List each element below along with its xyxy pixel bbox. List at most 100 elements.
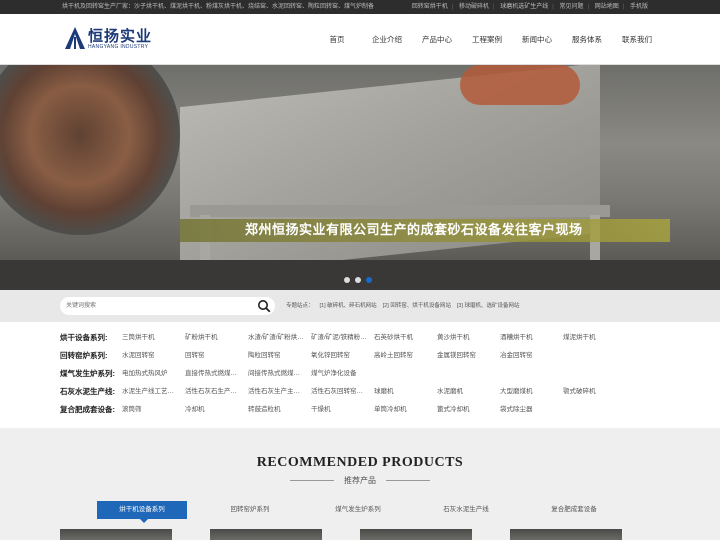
hot-site-link-crusher[interactable]: [1] 破碎机、碎石机网站 xyxy=(320,303,377,309)
search-bar: 专题站点： [1] 破碎机、碎石机网站 [2] 回转窑、烘干机设备网站 [3] 球磨机… xyxy=(0,290,720,322)
top-link-separator: | xyxy=(587,4,590,10)
banner-image-floor xyxy=(0,260,720,290)
category-item[interactable]: 球磨机 xyxy=(374,383,432,401)
category-item[interactable]: 黄沙烘干机 xyxy=(437,329,495,347)
banner-dots xyxy=(344,277,372,283)
category-title[interactable]: 石灰水泥生产线: xyxy=(60,383,115,401)
category-row-gas-furnace: 煤气发生炉系列: 电加热式热风炉 直接传热式燃煤… 间接传热式燃煤… 煤气炉净化… xyxy=(60,365,700,383)
category-item[interactable]: 间接传热式燃煤… xyxy=(248,365,306,383)
top-link-separator: | xyxy=(451,4,454,10)
search-box xyxy=(60,297,275,315)
product-thumbnail[interactable] xyxy=(360,529,472,540)
top-link-ball-mill[interactable]: 球磨机选矿生产线 xyxy=(500,4,548,10)
category-item[interactable]: 冷却机 xyxy=(185,401,243,419)
category-row-fertilizer: 复合肥成套设备: 滚筒筛 冷却机 转鼓造粒机 干燥机 单筒冷却机 篦式冷却机 袋… xyxy=(60,401,700,419)
nav-cases[interactable]: 工程案例 xyxy=(462,14,512,65)
top-link-mobile-crusher[interactable]: 移动破碎机 xyxy=(459,4,489,10)
category-item[interactable]: 金属镁回转窑 xyxy=(437,347,495,365)
category-row-lime-cement: 石灰水泥生产线: 水泥生产线工艺… 活性石灰石生产… 活性石灰生产主… 活性石灰… xyxy=(60,383,700,401)
category-item[interactable]: 冶金回转窑 xyxy=(500,347,558,365)
nav-service[interactable]: 服务体系 xyxy=(562,14,612,65)
logo-mountain-icon xyxy=(65,27,85,49)
banner-dot-1[interactable] xyxy=(344,277,350,283)
banner-image-frame xyxy=(190,205,610,217)
category-item[interactable]: 单筒冷却机 xyxy=(374,401,432,419)
category-row-kiln: 回转窑炉系列: 水泥回转窑 回转窑 陶粒回转窑 氧化锌回转窑 高岭土回转窑 金属… xyxy=(60,347,700,365)
category-title[interactable]: 回转窑炉系列: xyxy=(60,347,108,365)
hero-banner[interactable]: 郑州恒扬实业有限公司生产的成套砂石设备发往客户现场 xyxy=(0,65,720,290)
category-item[interactable]: 酒糟烘干机 xyxy=(500,329,558,347)
category-item[interactable]: 电加热式热风炉 xyxy=(122,365,180,383)
banner-dot-3[interactable] xyxy=(366,277,372,283)
hot-site-link-mill[interactable]: [3] 球磨机、选矿设备网站 xyxy=(457,303,520,309)
product-thumbnail[interactable] xyxy=(60,529,172,540)
category-item[interactable]: 转鼓造粒机 xyxy=(248,401,306,419)
search-input[interactable] xyxy=(66,297,246,315)
top-link-mobile[interactable]: 手机版 xyxy=(630,4,648,10)
category-item[interactable]: 活性石灰生产主… xyxy=(248,383,306,401)
search-icon[interactable] xyxy=(257,299,271,313)
tab-dryer[interactable]: 烘干机设备系列 xyxy=(97,501,187,519)
category-item[interactable]: 篦式冷却机 xyxy=(437,401,495,419)
category-item[interactable]: 矿渣/矿泥/铁精粉… xyxy=(311,329,369,347)
category-item[interactable]: 煤气炉净化设备 xyxy=(311,365,369,383)
tab-kiln[interactable]: 回转窑炉系列 xyxy=(205,501,295,519)
category-row-dryer: 烘干设备系列: 三筒烘干机 矿粉烘干机 水渣/矿渣/矿粉烘… 矿渣/矿泥/铁精粉… xyxy=(60,329,700,347)
top-link-separator: | xyxy=(622,4,625,10)
category-item[interactable]: 回转窑 xyxy=(185,347,243,365)
main-nav: 首页 企业介绍 产品中心 工程案例 新闻中心 服务体系 联系我们 xyxy=(312,14,662,65)
category-item[interactable]: 活性石灰回转窑… xyxy=(311,383,369,401)
logo-english-name: HANGYANG INDUSTRY xyxy=(88,44,149,50)
category-title[interactable]: 烘干设备系列: xyxy=(60,329,108,347)
category-item[interactable]: 袋式除尘器 xyxy=(500,401,558,419)
category-item[interactable]: 大型磨煤机 xyxy=(500,383,558,401)
nav-products[interactable]: 产品中心 xyxy=(412,14,462,65)
category-item[interactable]: 水泥生产线工艺… xyxy=(122,383,180,401)
category-item[interactable]: 氧化锌回转窑 xyxy=(311,347,369,365)
category-item[interactable]: 干燥机 xyxy=(311,401,369,419)
category-item[interactable]: 直接传热式燃煤… xyxy=(185,365,243,383)
category-item[interactable]: 水泥回转窑 xyxy=(122,347,180,365)
top-intro-text: 烘干机及回转窑生产厂家：沙子烘干机、煤泥烘干机、粉煤灰烘干机、烧结窑、水泥回转窑… xyxy=(62,4,375,10)
category-item[interactable]: 颚式破碎机 xyxy=(563,383,621,401)
top-link-sitemap[interactable]: 网站地图 xyxy=(595,4,619,10)
banner-dot-2[interactable] xyxy=(355,277,361,283)
hot-site-link-kiln[interactable]: [2] 回转窑、烘干机设备网站 xyxy=(383,303,451,309)
category-item[interactable]: 高岭土回转窑 xyxy=(374,347,432,365)
banner-image-motor xyxy=(460,65,580,105)
subtitle-divider xyxy=(386,480,430,481)
nav-about[interactable]: 企业介绍 xyxy=(362,14,412,65)
category-item[interactable]: 水渣/矿渣/矿粉烘… xyxy=(248,329,306,347)
logo-chinese-name: 恒扬实业 xyxy=(88,27,153,45)
top-links: 回转窑烘干机 | 移动破碎机 | 球磨机选矿生产线 | 常见问题 | 网站地图 | 手机版 xyxy=(408,0,648,14)
category-item[interactable]: 石英砂烘干机 xyxy=(374,329,432,347)
category-item[interactable]: 陶粒回转窑 xyxy=(248,347,306,365)
tab-lime-cement[interactable]: 石灰水泥生产线 xyxy=(421,501,511,519)
product-thumbnail[interactable] xyxy=(510,529,622,540)
banner-caption: 郑州恒扬实业有限公司生产的成套砂石设备发往客户现场 xyxy=(245,223,583,238)
top-bar: 烘干机及回转窑生产厂家：沙子烘干机、煤泥烘干机、粉煤灰烘干机、烧结窑、水泥回转窑… xyxy=(0,0,720,14)
category-title[interactable]: 煤气发生炉系列: xyxy=(60,365,115,383)
top-link-separator: | xyxy=(493,4,495,10)
nav-home[interactable]: 首页 xyxy=(312,14,362,65)
site-header: 恒扬实业 HANGYANG INDUSTRY 首页 企业介绍 产品中心 工程案例… xyxy=(0,14,720,65)
top-link-faq[interactable]: 常见问题 xyxy=(559,4,583,10)
site-logo[interactable]: 恒扬实业 HANGYANG INDUSTRY xyxy=(64,25,164,55)
category-item[interactable]: 活性石灰石生产… xyxy=(185,383,243,401)
category-item[interactable]: 三筒烘干机 xyxy=(122,329,180,347)
hot-sites: 专题站点： [1] 破碎机、碎石机网站 [2] 回转窑、烘干机设备网站 [3] 球磨机… xyxy=(286,290,525,322)
product-tabs: 烘干机设备系列 回转窑炉系列 煤气发生炉系列 石灰水泥生产线 复合肥成套设备 xyxy=(95,501,635,519)
category-item[interactable]: 滚筒筛 xyxy=(122,401,180,419)
hot-sites-label: 专题站点： xyxy=(286,303,314,309)
category-item[interactable]: 水泥磨机 xyxy=(437,383,495,401)
nav-news[interactable]: 新闻中心 xyxy=(512,14,562,65)
nav-contact[interactable]: 联系我们 xyxy=(612,14,662,65)
tab-gas-furnace[interactable]: 煤气发生炉系列 xyxy=(313,501,403,519)
top-link-rotary-dryer[interactable]: 回转窑烘干机 xyxy=(412,4,448,10)
product-thumbnail[interactable] xyxy=(210,529,322,540)
product-categories: 烘干设备系列: 三筒烘干机 矿粉烘干机 水渣/矿渣/矿粉烘… 矿渣/矿泥/铁精粉… xyxy=(0,322,720,428)
category-item[interactable]: 矿粉烘干机 xyxy=(185,329,243,347)
tab-fertilizer[interactable]: 复合肥成套设备 xyxy=(529,501,619,519)
category-title[interactable]: 复合肥成套设备: xyxy=(60,401,115,419)
category-item[interactable]: 煤泥烘干机 xyxy=(563,329,621,347)
